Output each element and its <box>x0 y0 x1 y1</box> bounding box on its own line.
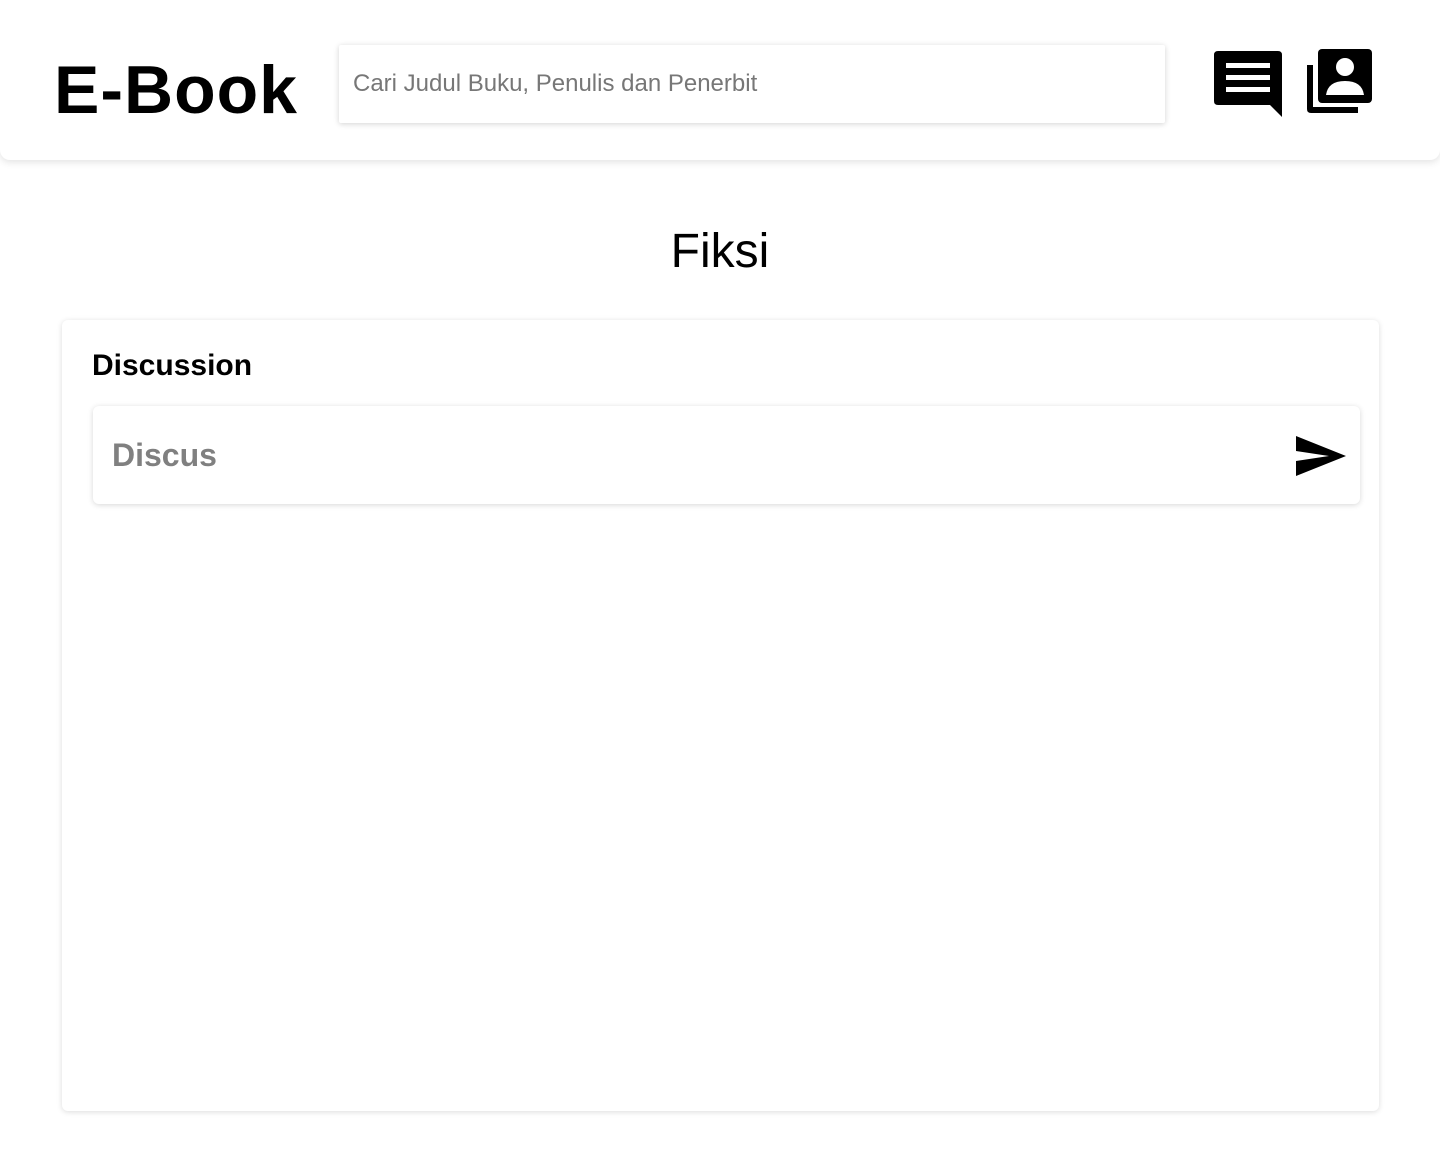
chat-icon <box>1214 51 1282 117</box>
discussion-input-box <box>93 406 1360 504</box>
app-header: E-Book <box>0 0 1440 160</box>
send-icon <box>1296 436 1346 476</box>
discussion-card: Discussion <box>62 320 1379 1111</box>
discussion-heading: Discussion <box>92 349 253 382</box>
library-icon <box>1307 49 1372 113</box>
search-bar <box>339 45 1165 123</box>
search-input[interactable] <box>339 45 1165 123</box>
page-title: Fiksi <box>670 225 770 278</box>
app-logo[interactable]: E-Book <box>54 50 298 130</box>
send-button[interactable] <box>1293 432 1349 480</box>
library-button[interactable] <box>1304 45 1376 121</box>
discussion-input[interactable] <box>93 406 1273 504</box>
chat-button[interactable] <box>1212 45 1284 121</box>
